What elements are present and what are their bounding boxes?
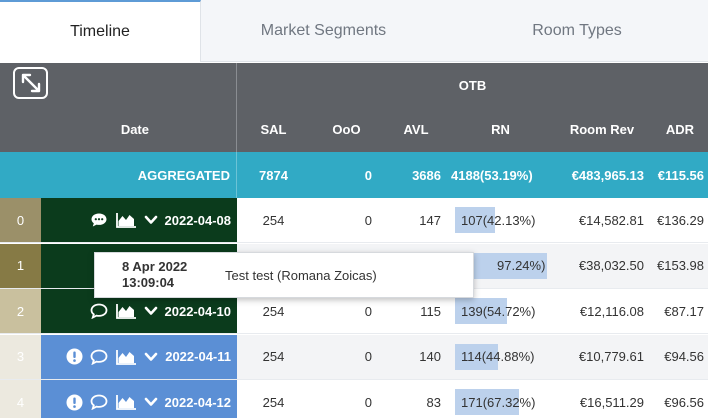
tab-market-segments[interactable]: Market Segments bbox=[201, 0, 446, 62]
row-date-cell: 2022-04-11 bbox=[41, 334, 237, 379]
row-date[interactable]: 2022-04-11 bbox=[165, 349, 231, 364]
row-rn-cell: 171(67.32%) bbox=[449, 380, 552, 418]
comment-tooltip: 8 Apr 2022 13:09:04 Test test (Romana Zo… bbox=[94, 252, 474, 298]
row-date[interactable]: 2022-04-10 bbox=[165, 304, 232, 319]
chevron-down-icon[interactable] bbox=[144, 215, 158, 225]
row-room-rev: €10,779.61 bbox=[578, 349, 644, 364]
row-ooo: 0 bbox=[364, 349, 372, 364]
row-rn: 171(67.32%) bbox=[461, 394, 536, 410]
comment-icon[interactable] bbox=[90, 349, 108, 365]
row-rn: 139(54.72%) bbox=[461, 303, 536, 319]
row-index: 1 bbox=[0, 243, 41, 288]
row-sal: 254 bbox=[262, 394, 285, 410]
row-label-cell: 4 2022-04-12 bbox=[0, 380, 237, 418]
aggregated-row: AGGREGATED 7874 0 3686 4188(53.19%) €483… bbox=[0, 152, 708, 198]
tooltip-date: 8 Apr 2022 bbox=[122, 259, 188, 274]
tab-timeline[interactable]: Timeline bbox=[0, 0, 201, 62]
rn-bar-wrap: 114(44.88%) bbox=[455, 343, 535, 370]
row-avl: 83 bbox=[426, 394, 441, 410]
tab-room-types[interactable]: Room Types bbox=[446, 0, 708, 62]
row-index: 0 bbox=[0, 198, 41, 242]
rn-bar-wrap: 171(67.32%) bbox=[455, 389, 535, 415]
row-ooo: 0 bbox=[364, 212, 372, 228]
otb-group-label: OTB bbox=[458, 77, 487, 93]
row-adr: €96.56 bbox=[664, 394, 704, 410]
expand-icon bbox=[21, 73, 40, 93]
comment-icon[interactable] bbox=[90, 394, 108, 410]
chevron-down-icon[interactable] bbox=[144, 352, 158, 362]
area-chart-icon[interactable] bbox=[115, 349, 137, 365]
rn-bar-wrap: 107(42.13%) bbox=[455, 207, 535, 233]
column-header-avl[interactable]: AVL bbox=[383, 107, 449, 152]
table-row: 0 2022-04-08 254 0 147 107(42.13%) €14,582.81 €… bbox=[0, 198, 708, 243]
rn-bar-wrap: 139(54.72%) bbox=[455, 298, 535, 324]
warning-icon[interactable] bbox=[66, 348, 83, 365]
row-room-rev: €38,032.50 bbox=[578, 258, 644, 273]
row-adr: €87.17 bbox=[664, 303, 704, 319]
aggregated-sal: 7874 bbox=[259, 167, 288, 183]
row-rn: 107(42.13%) bbox=[461, 212, 536, 228]
tooltip-time: 13:09:04 bbox=[122, 275, 175, 290]
column-header-adr[interactable]: ADR bbox=[652, 107, 708, 152]
row-index: 2 bbox=[0, 289, 41, 333]
warning-icon[interactable] bbox=[66, 394, 83, 411]
table-column-header: Date SAL OoO AVL RN Room Rev ADR bbox=[0, 107, 708, 152]
column-header-rn[interactable]: RN bbox=[449, 107, 552, 152]
aggregated-label: AGGREGATED bbox=[0, 152, 237, 198]
row-rn-cell: 107(42.13%) bbox=[449, 198, 552, 242]
chevron-down-icon[interactable] bbox=[144, 306, 158, 316]
row-rn: 114(44.88%) bbox=[461, 349, 535, 364]
row-date[interactable]: 2022-04-08 bbox=[165, 213, 232, 228]
expand-button[interactable] bbox=[13, 67, 48, 99]
row-label-cell: 0 2022-04-08 bbox=[0, 198, 237, 242]
area-chart-icon[interactable] bbox=[115, 212, 137, 228]
area-chart-icon[interactable] bbox=[115, 394, 137, 410]
table-group-header: OTB bbox=[0, 63, 708, 107]
comment-icon[interactable] bbox=[90, 303, 108, 319]
chevron-down-icon[interactable] bbox=[144, 397, 158, 407]
column-header-sal[interactable]: SAL bbox=[237, 107, 310, 152]
row-index: 4 bbox=[0, 380, 41, 418]
aggregated-room-rev: €483,965.13 bbox=[571, 167, 644, 183]
row-adr: €94.56 bbox=[664, 349, 704, 364]
row-sal: 254 bbox=[262, 349, 285, 364]
column-header-room-rev[interactable]: Room Rev bbox=[552, 107, 652, 152]
row-ooo: 0 bbox=[364, 394, 372, 410]
table-row: 4 2022-04-12 254 0 83 171(67.32%) €16,511.29 €9… bbox=[0, 380, 708, 418]
row-room-rev: €14,582.81 bbox=[578, 212, 644, 228]
comment-icon[interactable] bbox=[90, 212, 108, 228]
tooltip-comment-text: Test test (Romana Zoicas) bbox=[225, 267, 377, 283]
row-adr: €153.98 bbox=[657, 258, 704, 273]
row-room-rev: €12,116.08 bbox=[579, 303, 644, 319]
row-avl: 140 bbox=[419, 349, 441, 364]
row-date-cell: 2022-04-08 bbox=[41, 198, 237, 242]
row-adr: €136.29 bbox=[657, 212, 704, 228]
row-index: 3 bbox=[0, 334, 41, 379]
aggregated-avl: 3686 bbox=[412, 167, 441, 183]
row-date[interactable]: 2022-04-12 bbox=[165, 395, 232, 410]
aggregated-adr: €115.56 bbox=[657, 167, 704, 183]
row-label-cell: 3 2022-04-11 bbox=[0, 334, 237, 379]
column-header-date[interactable]: Date bbox=[0, 107, 237, 152]
column-header-ooo[interactable]: OoO bbox=[310, 107, 383, 152]
row-sal: 254 bbox=[262, 212, 285, 228]
tab-bar: Timeline Market Segments Room Types bbox=[0, 0, 708, 62]
tooltip-timestamp: 8 Apr 2022 13:09:04 bbox=[95, 259, 217, 291]
aggregated-ooo: 0 bbox=[364, 167, 372, 183]
header-left-cell bbox=[0, 63, 237, 107]
area-chart-icon[interactable] bbox=[115, 303, 137, 319]
row-rn-cell: 114(44.88%) bbox=[449, 335, 552, 379]
table-row: 3 2022-04-11 254 0 140 114(44.88%) €10,779.61 €… bbox=[0, 334, 708, 380]
row-room-rev: €16,511.29 bbox=[579, 394, 644, 410]
row-avl: 147 bbox=[419, 212, 441, 228]
row-date-cell: 2022-04-12 bbox=[41, 380, 237, 418]
aggregated-rn: 4188(53.19%) bbox=[451, 167, 533, 183]
